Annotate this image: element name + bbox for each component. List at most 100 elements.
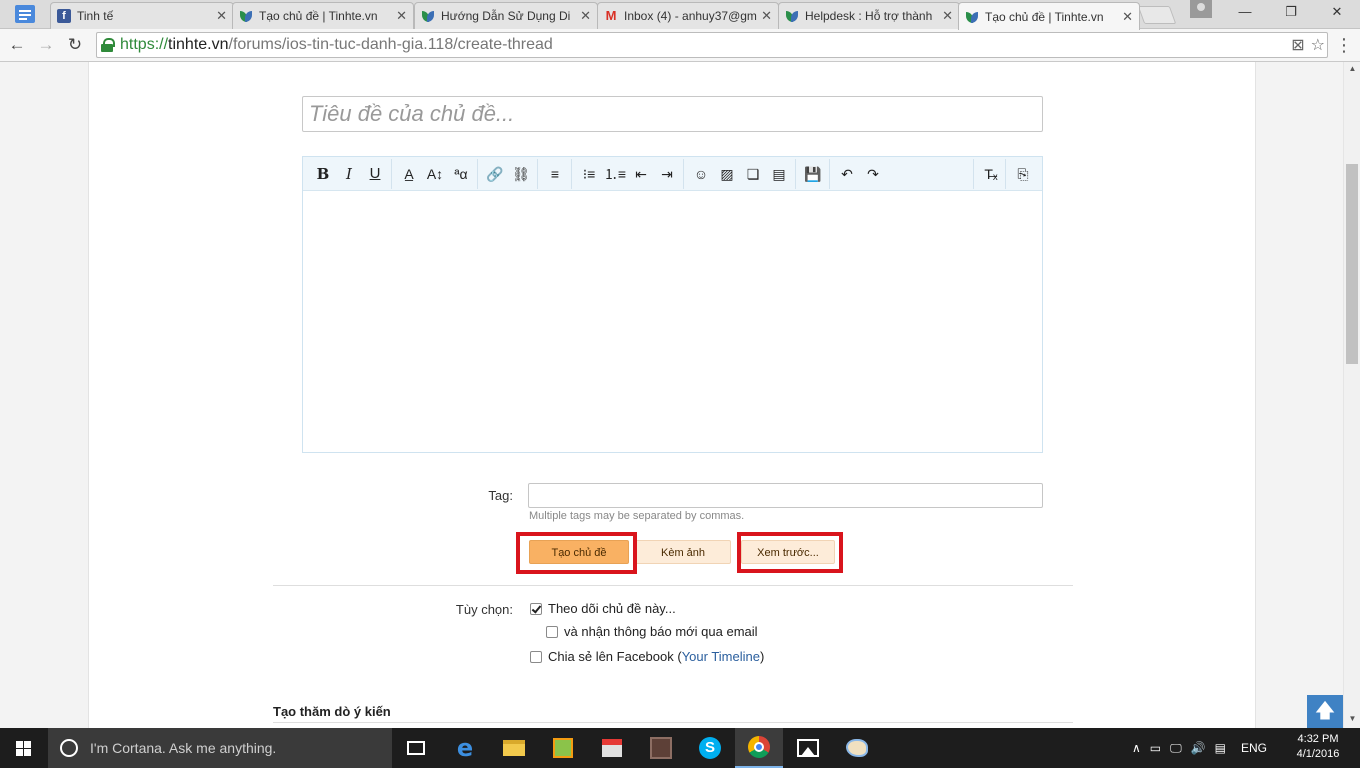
minimize-button[interactable]: — [1222, 0, 1268, 26]
browser-tab-3[interactable]: Hướng Dẫn Sử Dụng Di ✕ [414, 2, 598, 29]
edge-icon[interactable]: e [441, 728, 489, 768]
save-draft-button[interactable]: 💾 [801, 161, 825, 187]
your-timeline-link[interactable]: Your Timeline [682, 649, 760, 664]
numbered-list-button[interactable]: ⒈≡ [603, 161, 627, 187]
tinhte-leaf-icon [421, 9, 435, 23]
toolbar-separator [571, 159, 572, 189]
action-center-icon[interactable]: ▤ [1215, 741, 1226, 755]
watch-thread-checkbox[interactable] [530, 602, 542, 615]
bold-button[interactable]: B [311, 161, 335, 187]
close-tab-icon[interactable]: ✕ [1122, 9, 1133, 25]
poll-heading: Tạo thăm dò ý kiến [273, 704, 391, 719]
user-profile-icon[interactable] [1190, 0, 1212, 18]
app-icon-hfc[interactable] [539, 728, 587, 768]
toolbar-separator [1005, 159, 1006, 189]
scroll-down-arrow-icon[interactable]: ▼ [1344, 714, 1360, 723]
back-button[interactable]: ← [5, 33, 29, 57]
outdent-button[interactable]: ⇤ [629, 161, 653, 187]
close-window-button[interactable]: ✕ [1314, 0, 1360, 26]
task-view-icon[interactable] [392, 728, 440, 768]
insert-link-button[interactable]: 🔗 [483, 161, 507, 187]
watch-thread-option[interactable]: Theo dõi chủ đề này... [530, 601, 676, 616]
toolbar-separator [477, 159, 478, 189]
insert-quote-button[interactable]: ▤ [767, 161, 791, 187]
new-tab-button[interactable] [1137, 6, 1177, 24]
facebook-icon: f [57, 9, 71, 23]
paint-icon[interactable] [833, 728, 881, 768]
show-hidden-icons-chevron-icon[interactable]: ∧ [1132, 741, 1141, 755]
scroll-to-top-button[interactable]: 🡅 [1307, 695, 1343, 728]
cortana-search-box[interactable]: I'm Cortana. Ask me anything. [48, 728, 392, 768]
toggle-bbcode-button[interactable]: ⎘ [1011, 161, 1035, 187]
smilie-button[interactable]: ☺ [689, 161, 713, 187]
reload-button[interactable]: ↻ [63, 33, 87, 57]
indent-button[interactable]: ⇥ [655, 161, 679, 187]
app-icon-film[interactable] [637, 728, 685, 768]
start-button[interactable] [0, 728, 48, 768]
volume-icon[interactable]: 🔊 [1191, 741, 1206, 755]
undo-button[interactable]: ↶ [835, 161, 859, 187]
share-facebook-checkbox[interactable] [530, 650, 542, 663]
text-color-button[interactable]: A̲ [397, 161, 421, 187]
browser-tab-2[interactable]: Tạo chủ đề | Tinhte.vn ✕ [232, 2, 414, 29]
toolbar-separator [537, 159, 538, 189]
close-tab-icon[interactable]: ✕ [580, 8, 591, 24]
chrome-menu-icon[interactable]: ⋮ [1334, 34, 1354, 56]
browser-tab-4[interactable]: M Inbox (4) - anhuy37@gm ✕ [597, 2, 779, 29]
browser-tab-strip: f Tinh tế ✕ Tạo chủ đề | Tinhte.vn ✕ Hướ… [0, 0, 1360, 30]
scroll-up-arrow-icon[interactable]: ▲ [1344, 64, 1360, 73]
close-tab-icon[interactable]: ✕ [761, 8, 772, 24]
scrollbar-thumb[interactable] [1346, 164, 1358, 364]
bookmark-star-icon[interactable]: ☆ [1311, 35, 1325, 55]
tinhte-leaf-icon [239, 9, 253, 23]
share-facebook-option[interactable]: Chia sẻ lên Facebook (Your Timeline) [530, 649, 764, 664]
skype-icon[interactable]: S [686, 728, 734, 768]
email-notify-checkbox[interactable] [546, 625, 558, 638]
battery-icon[interactable]: ▭ [1150, 741, 1161, 755]
italic-button[interactable]: I [337, 161, 361, 187]
underline-button[interactable]: U [363, 161, 387, 187]
cortana-icon [60, 739, 78, 757]
tag-label: Tag: [488, 488, 513, 503]
remove-format-button[interactable]: T̶ₓ [979, 161, 1003, 187]
close-tab-icon[interactable]: ✕ [216, 8, 227, 24]
browser-tab-1[interactable]: f Tinh tế ✕ [50, 2, 234, 29]
language-indicator[interactable]: ENG [1241, 741, 1267, 755]
attach-image-button[interactable]: Kèm ảnh [635, 540, 731, 564]
close-tab-icon[interactable]: ✕ [396, 8, 407, 24]
toolbar-separator [829, 159, 830, 189]
insert-image-button[interactable]: ▨ [715, 161, 739, 187]
remove-link-button[interactable]: ⛓ [509, 161, 533, 187]
docs-app-icon[interactable] [15, 5, 35, 23]
options-label: Tùy chọn: [455, 602, 513, 617]
network-icon[interactable]: 🖵 [1170, 741, 1182, 756]
redo-button[interactable]: ↷ [861, 161, 885, 187]
editor-body[interactable] [303, 191, 1042, 452]
maximize-button[interactable]: ❐ [1268, 0, 1314, 26]
photos-icon[interactable] [784, 728, 832, 768]
vertical-scrollbar[interactable]: ▲ ▼ [1343, 62, 1360, 728]
chrome-icon[interactable] [735, 728, 783, 768]
thread-title-input[interactable]: Tiêu đề của chủ đề... [302, 96, 1043, 132]
address-bar[interactable]: https://tinhte.vn/forums/ios-tin-tuc-dan… [96, 32, 1328, 58]
translate-icon[interactable]: ⊠ [1291, 35, 1304, 55]
bullet-list-button[interactable]: ⁝≡ [577, 161, 601, 187]
tag-input[interactable] [528, 483, 1043, 508]
browser-tab-5[interactable]: Helpdesk : Hỗ trợ thành ✕ [778, 2, 960, 29]
browser-tab-6-active[interactable]: Tạo chủ đề | Tinhte.vn ✕ [958, 2, 1140, 30]
app-icon-puzzle[interactable] [588, 728, 636, 768]
close-tab-icon[interactable]: ✕ [942, 8, 953, 24]
font-family-button[interactable]: ªα [449, 161, 473, 187]
email-notify-option[interactable]: và nhận thông báo mới qua email [546, 624, 758, 639]
forward-button[interactable]: → [34, 33, 58, 57]
insert-media-button[interactable]: ❏ [741, 161, 765, 187]
tinhte-leaf-icon [965, 10, 979, 24]
section-divider [273, 585, 1073, 586]
file-explorer-icon[interactable] [490, 728, 538, 768]
editor-toolbar: B I U A̲ A↕ ªα 🔗 ⛓ ≡ ⁝≡ ⒈≡ ⇤ ⇥ ☺ ▨ ❏ ▤ 💾 ↶ ↷ T̶ₓ ⎘ [303, 157, 1042, 191]
system-clock[interactable]: 4:32 PM 4/1/2016 [1290, 732, 1346, 762]
font-size-button[interactable]: A↕ [423, 161, 447, 187]
align-button[interactable]: ≡ [543, 161, 567, 187]
gmail-icon: M [605, 8, 617, 23]
highlight-box-create [516, 532, 637, 574]
